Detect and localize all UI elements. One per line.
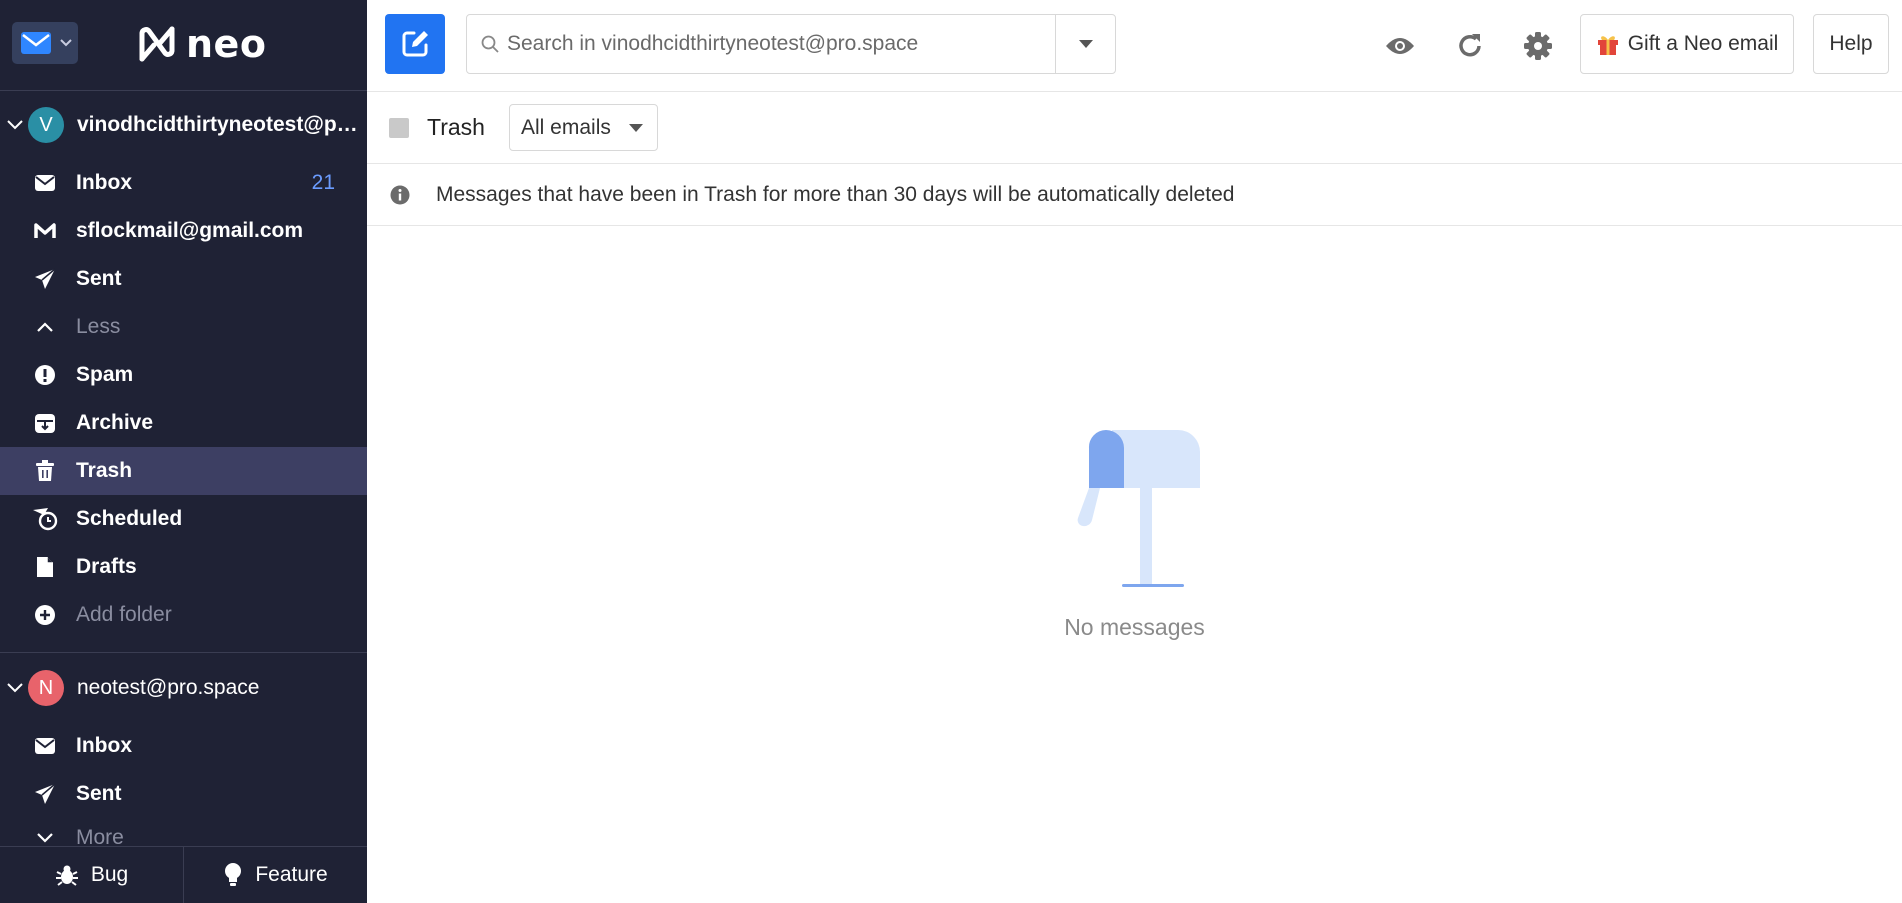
sidebar-item-less[interactable]: Less — [0, 303, 367, 351]
info-icon — [390, 185, 410, 210]
exclamation-icon — [32, 362, 58, 388]
sidebar-item-label: Inbox — [76, 171, 132, 194]
gift-neo-email-button[interactable]: Gift a Neo email — [1580, 14, 1794, 74]
empty-message: No messages — [1064, 614, 1205, 640]
feedback-bar: Bug Feature — [0, 846, 367, 903]
main-panel: Gift a Neo email Help Trash All emails M… — [367, 0, 1902, 903]
sidebar-item-label: Drafts — [76, 555, 137, 578]
trash-notice: Messages that have been in Trash for mor… — [367, 164, 1902, 226]
sidebar-item-gmail[interactable]: sflockmail@gmail.com — [0, 207, 367, 255]
account-header-vinodh[interactable]: V vinodhcidthirtyneotest@pro.space — [0, 91, 367, 159]
search-box — [466, 14, 1116, 74]
mail-app-icon — [21, 32, 51, 54]
email-filter-select[interactable]: All emails — [509, 104, 658, 151]
mailbox-illustration — [1077, 430, 1200, 587]
sidebar-item-label: Sent — [76, 267, 122, 290]
unread-count: 21 — [311, 171, 335, 194]
account-header-neotest[interactable]: N neotest@pro.space — [0, 654, 367, 722]
account-divider — [0, 652, 367, 653]
avatar: V — [28, 107, 64, 143]
caret-down-icon — [1078, 40, 1093, 48]
bug-label: Bug — [90, 863, 129, 886]
help-button[interactable]: Help — [1813, 14, 1889, 74]
scheduled-icon — [32, 506, 58, 532]
sidebar-item-sent-2[interactable]: Sent — [0, 770, 367, 818]
sidebar-item-label: Less — [76, 315, 121, 338]
archive-icon — [32, 410, 58, 436]
chevron-down-icon — [60, 39, 72, 47]
chevron-up-icon — [32, 314, 58, 340]
compose-icon — [402, 31, 428, 57]
sidebar-item-label: sflockmail@gmail.com — [76, 219, 304, 242]
gift-icon — [1597, 36, 1618, 55]
sidebar-item-label: Archive — [76, 411, 154, 434]
trash-icon — [32, 458, 58, 484]
sidebar-item-inbox[interactable]: Inbox 21 — [0, 159, 367, 207]
envelope-icon — [32, 170, 58, 196]
top-toolbar: Gift a Neo email Help — [367, 0, 1902, 92]
refresh-icon[interactable] — [1454, 30, 1486, 62]
folder-header: Trash All emails — [367, 92, 1902, 164]
search-options-dropdown[interactable] — [1055, 15, 1115, 73]
logo-text: neo — [186, 22, 267, 66]
sidebar-item-spam[interactable]: Spam — [0, 351, 367, 399]
notice-text: Messages that have been in Trash for mor… — [436, 183, 1235, 206]
gmail-icon — [32, 218, 58, 244]
brand-header: neo — [0, 0, 367, 91]
sidebar-item-label: Sent — [76, 782, 122, 805]
sidebar-item-scheduled[interactable]: Scheduled — [0, 495, 367, 543]
sidebar-item-label: Inbox — [76, 734, 132, 757]
app-switcher[interactable] — [12, 22, 78, 64]
bug-report-button[interactable]: Bug — [0, 847, 183, 903]
envelope-icon — [32, 733, 58, 759]
paper-plane-icon — [32, 781, 58, 807]
eye-icon[interactable] — [1384, 30, 1416, 62]
sidebar-item-archive[interactable]: Archive — [0, 399, 367, 447]
help-label: Help — [1829, 32, 1873, 55]
empty-state: No messages — [367, 226, 1902, 903]
neo-logo-icon — [139, 26, 175, 62]
search-input[interactable] — [507, 32, 1067, 56]
compose-button[interactable] — [385, 14, 445, 74]
gift-label: Gift a Neo email — [1627, 32, 1779, 55]
sidebar: neo V vinodhcidthirtyneotest@pro.space I… — [0, 0, 367, 903]
filter-value: All emails — [521, 115, 611, 139]
account-email: neotest@pro.space — [77, 676, 260, 699]
sidebar-item-trash[interactable]: Trash — [0, 447, 367, 495]
sidebar-item-label: Spam — [76, 363, 134, 386]
feature-label: Feature — [255, 863, 328, 886]
caret-down-icon — [629, 124, 643, 132]
feature-request-button[interactable]: Feature — [183, 847, 367, 903]
sidebar-item-label: Scheduled — [76, 507, 183, 530]
paper-plane-icon — [32, 266, 58, 292]
chevron-down-icon[interactable] — [4, 683, 26, 693]
plus-circle-icon — [32, 602, 58, 628]
neo-logo: neo — [136, 22, 266, 66]
account-email: vinodhcidthirtyneotest@pro.space — [77, 113, 362, 136]
avatar: N — [28, 670, 64, 706]
lightbulb-icon — [225, 863, 242, 886]
sidebar-item-add-folder[interactable]: Add folder — [0, 591, 367, 639]
select-all-checkbox[interactable] — [389, 118, 409, 138]
sidebar-item-drafts[interactable]: Drafts — [0, 543, 367, 591]
sidebar-item-label: Trash — [76, 459, 133, 482]
drafts-icon — [32, 554, 58, 580]
bug-icon — [55, 865, 78, 886]
sidebar-item-label: Add folder — [76, 603, 172, 626]
folder-title: Trash — [427, 114, 485, 140]
sidebar-item-sent[interactable]: Sent — [0, 255, 367, 303]
gear-icon[interactable] — [1522, 30, 1554, 62]
sidebar-item-inbox-2[interactable]: Inbox — [0, 722, 367, 770]
search-icon — [481, 35, 499, 53]
chevron-down-icon[interactable] — [4, 120, 26, 130]
